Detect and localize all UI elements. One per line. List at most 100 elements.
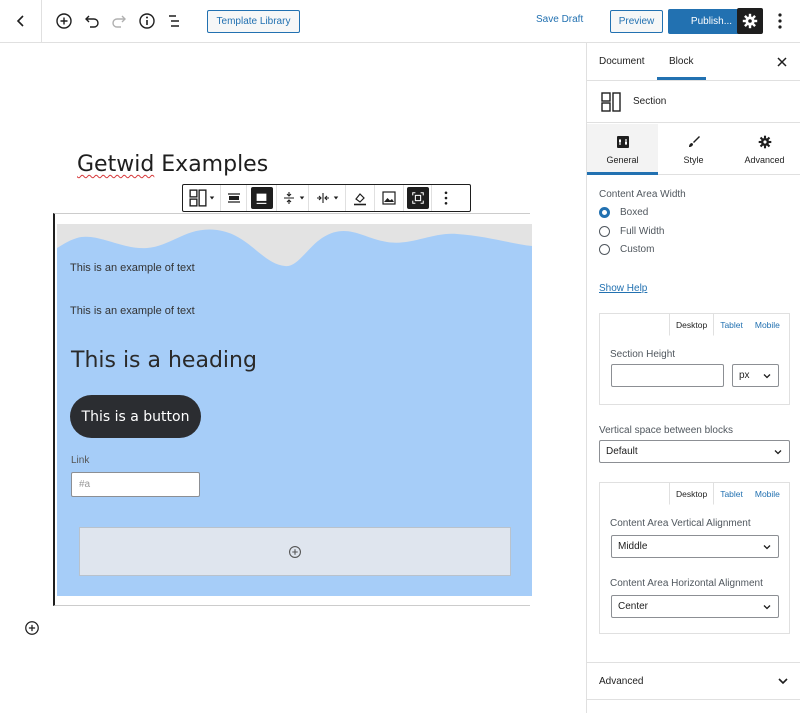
caret-down-icon: [333, 196, 339, 200]
advanced-panel-title: Advanced: [599, 676, 644, 687]
responsive-tabs: Desktop Tablet Mobile: [669, 482, 786, 505]
section-block[interactable]: This is an example of text This is an ex…: [53, 213, 532, 606]
post-title-word-misspelled: Getwid: [77, 152, 155, 177]
fullscreen-icon: [411, 192, 424, 204]
more-options-button[interactable]: [770, 11, 790, 31]
editor-top-toolbar: Template Library Save Draft Preview Publ…: [0, 0, 800, 43]
tab-advanced-label: Advanced: [744, 154, 785, 165]
show-help-link[interactable]: Show Help: [599, 283, 647, 294]
close-icon: [777, 57, 787, 67]
undo-button[interactable]: [82, 11, 102, 31]
heading-block[interactable]: This is a heading: [71, 348, 257, 373]
tab-tablet[interactable]: Tablet: [714, 483, 749, 505]
tab-mobile[interactable]: Mobile: [749, 483, 786, 505]
vertical-space-value: Default: [606, 446, 638, 457]
chevron-down-icon: [778, 678, 788, 685]
image-icon: [382, 191, 396, 205]
radio-custom[interactable]: [599, 244, 610, 255]
list-view-icon: [169, 15, 179, 27]
tab-style[interactable]: Style: [658, 124, 729, 175]
vertical-alignment-select[interactable]: Middle: [611, 535, 779, 558]
vertical-align-icon: [283, 192, 294, 204]
chevron-left-icon: [16, 15, 24, 27]
block-card: Section: [587, 81, 800, 123]
align-full-icon: [256, 193, 267, 204]
tab-tablet[interactable]: Tablet: [714, 314, 749, 336]
content-area-width-label: Content Area Width: [599, 189, 686, 200]
outline-button[interactable]: [164, 11, 184, 31]
horizontal-alignment-button[interactable]: [309, 185, 346, 211]
tab-desktop[interactable]: Desktop: [669, 482, 715, 505]
block-name: Section: [633, 96, 667, 107]
undo-icon: [85, 15, 99, 28]
panel-tabs: General Style Advanced: [587, 124, 800, 175]
radio-boxed[interactable]: [599, 207, 610, 218]
section-height-unit-select[interactable]: px: [732, 364, 779, 387]
section-height-input[interactable]: [611, 364, 724, 387]
add-block-button[interactable]: [54, 11, 74, 31]
post-title-rest: Examples: [154, 152, 269, 177]
horizontal-alignment-value: Center: [618, 601, 649, 612]
vertical-space-select[interactable]: Default: [599, 440, 790, 463]
tab-mobile[interactable]: Mobile: [749, 314, 786, 336]
block-switcher-button[interactable]: [183, 185, 221, 211]
fullscreen-button[interactable]: [404, 185, 432, 211]
add-block-plus-icon[interactable]: [24, 620, 40, 636]
background-color-button[interactable]: [346, 185, 375, 211]
radio-full-width[interactable]: [599, 226, 610, 237]
template-library-button[interactable]: Template Library: [207, 10, 300, 33]
gear-icon: [742, 13, 758, 29]
unit-value: px: [739, 370, 750, 381]
gear-icon: [758, 135, 771, 148]
info-icon: [139, 13, 155, 29]
paragraph-text[interactable]: This is an example of text: [70, 262, 195, 274]
inner-block-appender[interactable]: [79, 527, 511, 576]
advanced-panel-toggle[interactable]: Advanced: [587, 662, 800, 700]
tab-document[interactable]: Document: [599, 56, 645, 67]
caret-down-icon: [209, 196, 214, 200]
post-title[interactable]: Getwid Examples: [77, 152, 268, 177]
section-block-icon: [188, 189, 207, 207]
link-input[interactable]: #a: [71, 472, 200, 497]
paint-bucket-icon: [354, 193, 366, 206]
tab-block[interactable]: Block: [669, 56, 693, 67]
block-more-options-button[interactable]: [432, 185, 460, 211]
tab-general-label: General: [606, 154, 639, 165]
align-wide-button[interactable]: [221, 185, 247, 211]
radio-custom-label: Custom: [620, 244, 655, 255]
vertical-alignment-button[interactable]: [277, 185, 309, 211]
tab-general[interactable]: General: [587, 124, 658, 175]
section-block-icon: [601, 92, 621, 112]
settings-toggle-button[interactable]: [737, 8, 763, 34]
close-sidebar-button[interactable]: [777, 54, 787, 70]
plus-circle-icon: [289, 545, 301, 558]
align-full-button[interactable]: [247, 185, 277, 211]
link-label: Link: [71, 455, 90, 466]
radio-boxed-label: Boxed: [620, 207, 649, 218]
save-draft-button[interactable]: Save Draft: [536, 14, 583, 25]
background-image-button[interactable]: [375, 185, 404, 211]
horizontal-alignment-select[interactable]: Center: [611, 595, 779, 618]
button-block[interactable]: This is a button: [70, 395, 201, 438]
vertical-alignment-label: Content Area Vertical Alignment: [610, 518, 751, 529]
section-height-label: Section Height: [610, 349, 676, 360]
section-height-panel: Desktop Tablet Mobile Section Height px: [599, 313, 790, 405]
redo-button[interactable]: [109, 11, 129, 31]
tab-style-label: Style: [683, 154, 704, 165]
sidebar-tabs: Document Block: [587, 43, 800, 81]
tab-advanced[interactable]: Advanced: [729, 124, 800, 175]
back-button[interactable]: [0, 0, 42, 42]
info-button[interactable]: [137, 11, 157, 31]
chevron-down-icon: [763, 545, 771, 550]
vertical-ellipsis-icon: [444, 191, 448, 205]
redo-icon: [112, 15, 126, 28]
vertical-space-label: Vertical space between blocks: [599, 425, 733, 436]
preview-button[interactable]: Preview: [610, 10, 663, 33]
vertical-alignment-value: Middle: [618, 541, 648, 552]
chevron-down-icon: [763, 605, 771, 610]
horizontal-align-icon: [317, 193, 329, 203]
block-toolbar: [182, 184, 471, 212]
chevron-down-icon: [774, 450, 782, 455]
tab-desktop[interactable]: Desktop: [669, 313, 715, 336]
paragraph-text[interactable]: This is an example of text: [70, 305, 195, 317]
